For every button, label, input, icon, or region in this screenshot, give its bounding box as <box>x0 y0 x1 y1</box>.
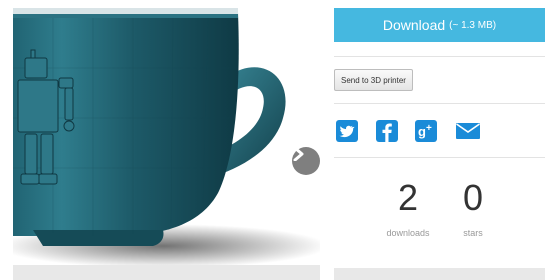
email-icon <box>456 123 480 139</box>
chevron-right-icon <box>293 147 304 161</box>
email-share-button[interactable] <box>455 120 481 142</box>
stars-count: 0 <box>462 177 484 218</box>
downloads-count: 2 <box>397 177 419 218</box>
google-plus-share-button[interactable]: g + <box>415 120 437 142</box>
svg-text:+: + <box>426 123 432 134</box>
facebook-share-button[interactable] <box>376 120 398 142</box>
facebook-icon <box>376 120 398 142</box>
twitter-icon <box>336 120 358 142</box>
divider <box>334 56 545 57</box>
svg-text:g: g <box>418 124 426 139</box>
preview-caption-bar <box>13 265 320 280</box>
send-to-3d-printer-button[interactable]: Send to 3D printer <box>334 69 413 91</box>
divider <box>334 103 545 104</box>
google-plus-icon: g + <box>415 120 437 142</box>
divider <box>334 157 545 158</box>
download-size: (~ 1.3 MB) <box>449 19 497 31</box>
twitter-share-button[interactable] <box>336 120 358 142</box>
stars-label: stars <box>463 228 483 238</box>
model-preview[interactable] <box>13 8 320 270</box>
downloads-label: downloads <box>386 228 430 238</box>
panel-footer-bar <box>334 268 545 280</box>
download-button[interactable]: Download (~ 1.3 MB) <box>334 8 545 42</box>
next-image-button[interactable] <box>292 147 320 175</box>
download-label: Download <box>382 17 446 33</box>
mug-model-image <box>13 8 320 268</box>
